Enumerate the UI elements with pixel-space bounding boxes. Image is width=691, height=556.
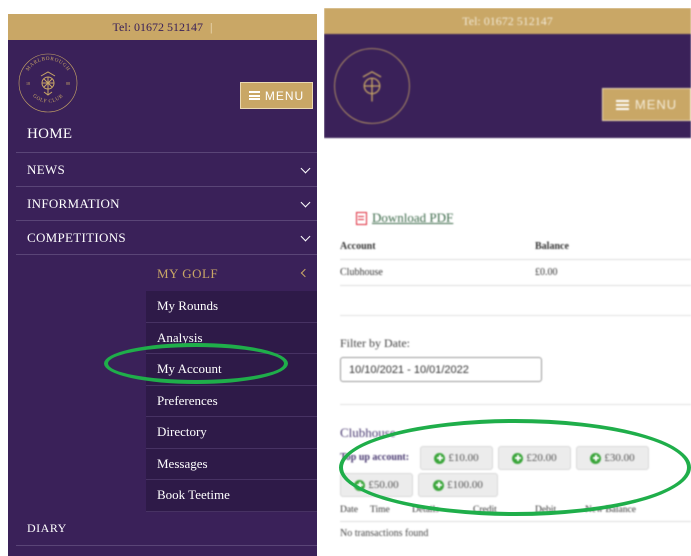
- nav-item-label: INFORMATION: [27, 195, 120, 211]
- download-pdf-link[interactable]: Download PDF: [356, 210, 453, 226]
- thistle-icon: [362, 71, 382, 102]
- mobile-menu-panel: Tel: 01672 512147 | MARLBOROUGH GOLF CLU…: [8, 14, 317, 556]
- submenu-item-my-rounds[interactable]: My Rounds: [146, 291, 317, 323]
- topbar-separator: |: [210, 20, 213, 34]
- nav-item-label: HOME: [27, 126, 73, 142]
- section-divider: [340, 315, 691, 316]
- submenu-item-label: Directory: [157, 424, 207, 440]
- phone-number[interactable]: Tel: 01672 512147: [113, 20, 204, 34]
- submenu-item-preferences[interactable]: Preferences: [146, 385, 317, 417]
- submenu-item-label: Preferences: [157, 392, 218, 408]
- contact-bar: Tel: 01672 512147 |: [8, 14, 317, 40]
- nav-item-home[interactable]: HOME: [16, 117, 317, 153]
- contact-bar: Tel: 01672 512147: [324, 8, 691, 34]
- column-header-date: Date: [340, 505, 358, 515]
- submenu-item-book-teetime[interactable]: Book Teetime: [146, 480, 317, 512]
- account-name: Clubhouse: [340, 267, 383, 278]
- menu-button-label: MENU: [264, 88, 305, 103]
- nav-item-competitions[interactable]: COMPETITIONS: [16, 221, 317, 255]
- nav-item-information[interactable]: INFORMATION: [16, 187, 317, 221]
- my-golf-submenu: My Rounds Analysis My Account Preference…: [146, 291, 317, 512]
- hamburger-icon: [248, 91, 260, 100]
- column-header-time: Time: [370, 505, 390, 515]
- chevron-down-icon[interactable]: [300, 231, 311, 242]
- submenu-item-messages[interactable]: Messages: [146, 448, 317, 480]
- nav-item-label: MY GOLF: [157, 266, 219, 281]
- hamburger-icon: [615, 99, 629, 110]
- table-header-row: Account Balance: [340, 234, 691, 260]
- filter-by-date-label: Filter by Date:: [340, 336, 410, 350]
- date-range-input[interactable]: 10/10/2021 - 10/01/2022: [340, 357, 542, 382]
- chevron-left-icon[interactable]: [300, 268, 310, 278]
- club-logo[interactable]: MARLBOROUGH GOLF CLUB 18 88: [17, 52, 79, 114]
- no-transactions-message: No transactions found: [340, 528, 429, 539]
- submenu-item-label: My Rounds: [157, 298, 219, 314]
- column-header-balance: Balance: [535, 241, 569, 252]
- menu-button[interactable]: MENU: [602, 88, 691, 121]
- nav-item-diary[interactable]: DIARY: [16, 512, 317, 546]
- account-balance: £0.00: [535, 267, 558, 278]
- submenu-item-label: Messages: [157, 455, 208, 471]
- logo-number-right: 88: [66, 81, 70, 86]
- chevron-down-icon[interactable]: [300, 163, 311, 174]
- download-pdf-label: Download PDF: [372, 210, 454, 225]
- site-header: [324, 34, 691, 138]
- club-logo[interactable]: [332, 46, 412, 126]
- submenu-item-label: Book Teetime: [157, 487, 230, 503]
- submenu-item-directory[interactable]: Directory: [146, 417, 317, 449]
- nav-item-label: COMPETITIONS: [27, 229, 126, 245]
- column-header-account: Account: [340, 241, 376, 252]
- pdf-icon: [356, 211, 367, 225]
- date-range-value: 10/10/2021 - 10/01/2022: [349, 363, 469, 376]
- nav-item-news[interactable]: NEWS: [16, 153, 317, 187]
- nav-item-label: NEWS: [27, 161, 66, 177]
- main-nav: HOME NEWS INFORMATION COMPETITIONS MY GO…: [16, 117, 317, 512]
- logo-number-left: 18: [26, 81, 30, 86]
- chevron-down-icon[interactable]: [300, 197, 311, 208]
- table-row: Clubhouse £0.00: [340, 260, 691, 286]
- section-divider: [340, 404, 691, 405]
- account-balance-table: Account Balance Clubhouse £0.00: [340, 234, 691, 286]
- phone-number[interactable]: Tel: 01672 512147: [462, 14, 553, 28]
- menu-button[interactable]: MENU: [240, 82, 313, 109]
- menu-button-label: MENU: [634, 97, 678, 112]
- logo-top-text: MARLBOROUGH: [25, 56, 71, 72]
- thistle-icon: [40, 71, 56, 96]
- highlight-ellipse-top-up: [339, 419, 691, 516]
- nav-item-label: DIARY: [27, 521, 67, 535]
- highlight-ellipse-my-account: [104, 343, 288, 384]
- nav-item-my-golf[interactable]: MY GOLF: [16, 256, 317, 291]
